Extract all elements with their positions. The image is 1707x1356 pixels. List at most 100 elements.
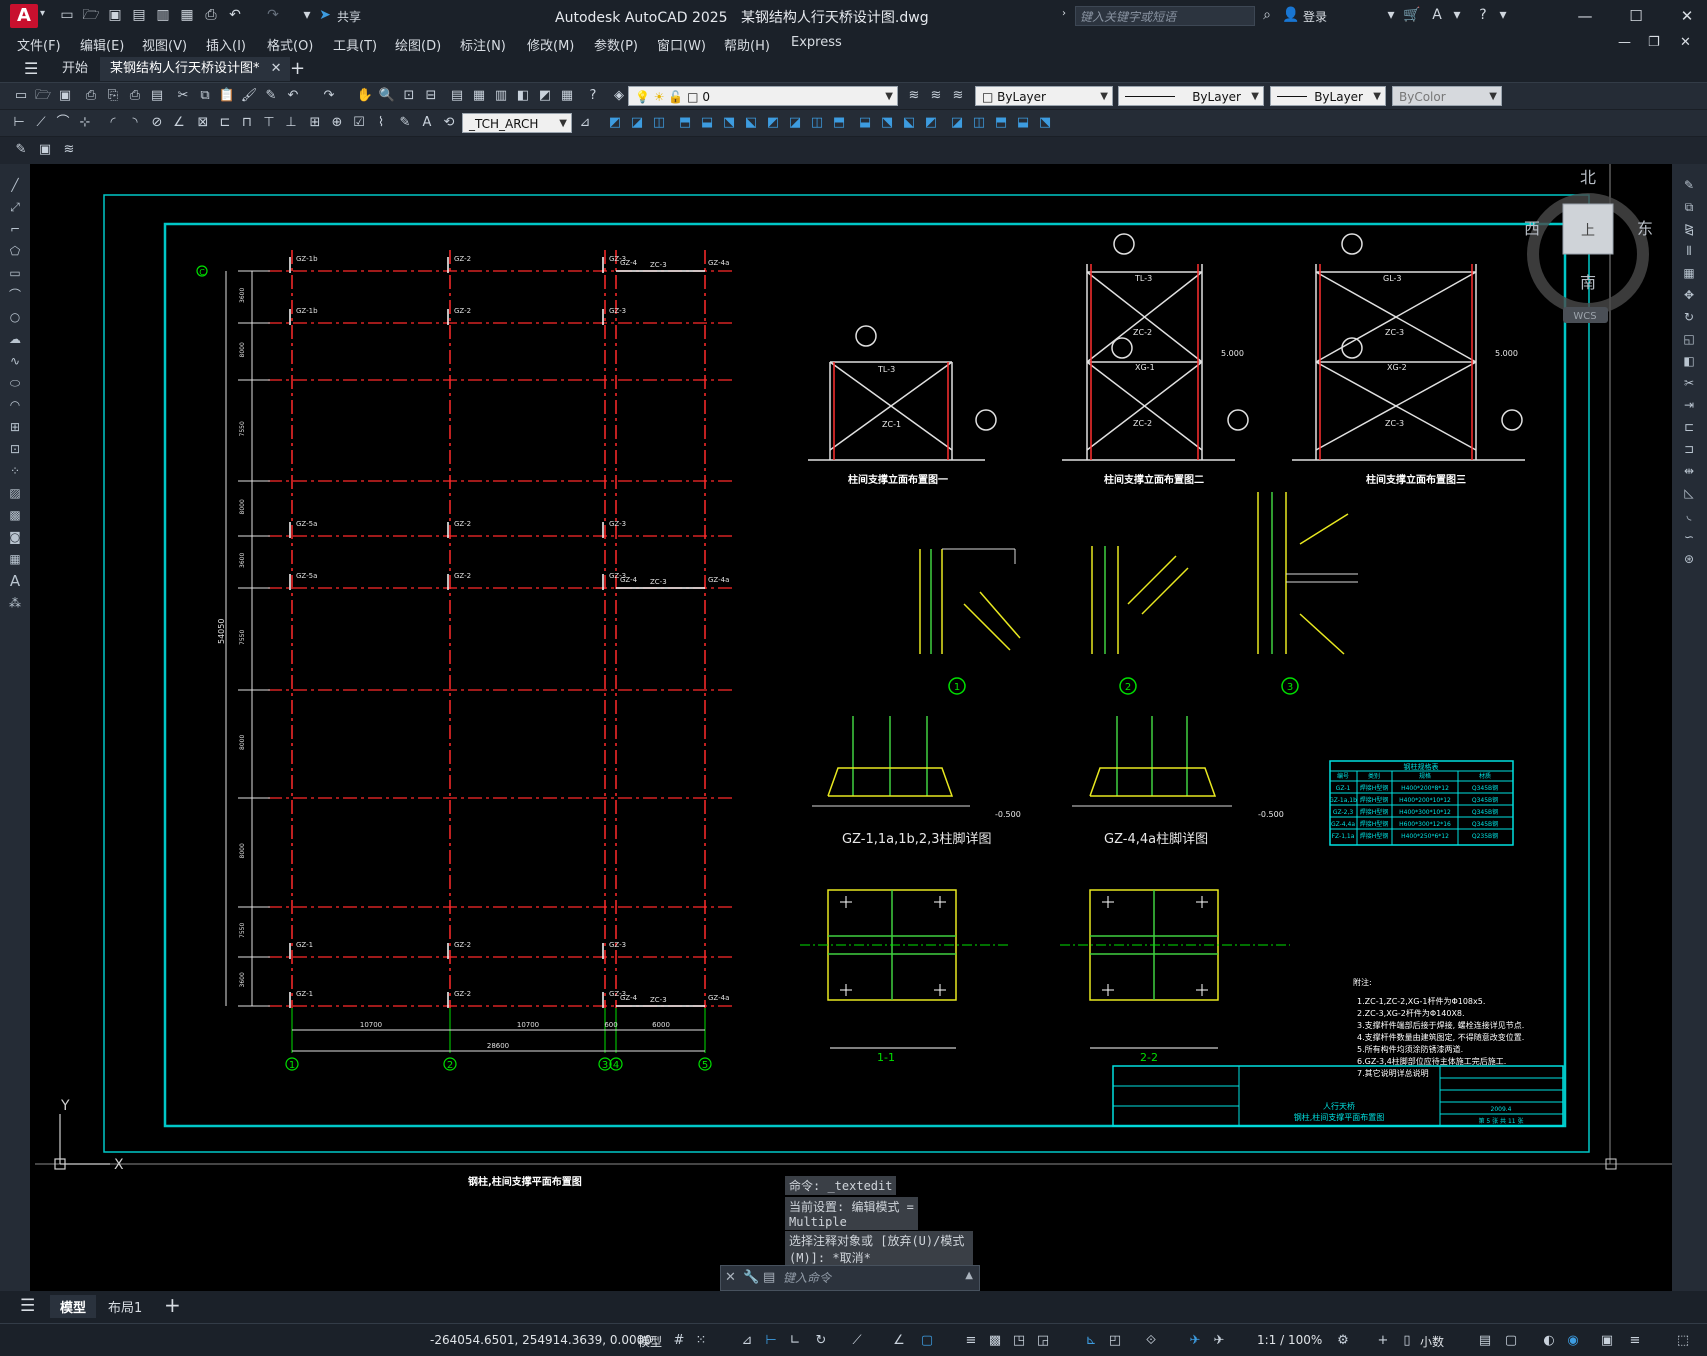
baseline-icon[interactable]: ⊏	[216, 114, 234, 132]
line-icon[interactable]: ╱	[6, 176, 24, 194]
print-icon[interactable]: ⎙	[82, 87, 100, 105]
circle-icon[interactable]: ○	[6, 308, 24, 326]
chevron-down-icon[interactable]: ▼	[1100, 87, 1108, 107]
workspace-gear-icon[interactable]: ⚙	[1334, 1332, 1352, 1350]
undo-tb-icon[interactable]: ↶	[284, 87, 302, 105]
open-icon[interactable]: 🗁	[34, 87, 52, 105]
color-dropdown[interactable]: □ ByLayer ▼	[975, 86, 1113, 106]
autodesk-app-icon[interactable]: A	[1428, 6, 1446, 24]
app-dropdown-icon[interactable]: ▾	[1448, 6, 1466, 24]
zoom-realtime-icon[interactable]: 🔍	[378, 87, 396, 105]
units-value[interactable]: 小数	[1420, 1333, 1444, 1350]
dimstyle-dropdown[interactable]: _TCH_ARCH ▼	[462, 113, 572, 133]
snap-icon[interactable]: ⁙	[692, 1332, 710, 1350]
layer-states-icon[interactable]: ≋	[949, 87, 967, 105]
lock-icon[interactable]: 🔓	[668, 90, 683, 104]
print-preview-icon[interactable]: ⎘	[104, 87, 122, 105]
chevron-down-icon[interactable]: ▼	[885, 87, 893, 107]
rotate-icon[interactable]: ↻	[1680, 308, 1698, 326]
break-point-icon[interactable]: ⊏	[1680, 418, 1698, 436]
menu-view[interactable]: 视图(V)	[142, 35, 187, 54]
loft-icon[interactable]: ◫	[808, 114, 826, 132]
menu-dimension[interactable]: 标注(N)	[460, 35, 506, 54]
help-icon[interactable]: ?	[1474, 6, 1492, 24]
gizmo-icon[interactable]: ⟐	[1142, 1332, 1160, 1350]
annotation-scale[interactable]: 1:1 / 100%	[1257, 1333, 1322, 1347]
extend-icon[interactable]: ⇥	[1680, 396, 1698, 414]
command-prompt-icon[interactable]: ▤	[763, 1270, 775, 1285]
union-icon[interactable]: ◫	[650, 114, 668, 132]
save-icon[interactable]: ▣	[106, 6, 124, 24]
presspull-icon[interactable]: ⬒	[830, 114, 848, 132]
table-icon[interactable]: ▦	[6, 550, 24, 568]
selection-cycling-icon[interactable]: ◳	[1010, 1332, 1028, 1350]
edit-tool-icon[interactable]: ✎	[12, 141, 30, 159]
insert-block-icon[interactable]: ⊞	[6, 418, 24, 436]
cut-icon[interactable]: ✂	[174, 87, 192, 105]
center-mark-icon[interactable]: ⊕	[328, 114, 346, 132]
dim-space-icon[interactable]: ⊤	[260, 114, 278, 132]
dim-update-icon[interactable]: ⟲	[440, 114, 458, 132]
customize-dropdown-icon[interactable]: ▾	[298, 6, 316, 24]
fillet-icon[interactable]: ◟	[1680, 506, 1698, 524]
fullscreen-icon[interactable]: ⬚	[1674, 1332, 1692, 1350]
lineweight-display-icon[interactable]: ≡	[962, 1332, 980, 1350]
chevron-down-icon[interactable]: ▼	[1251, 87, 1259, 107]
sheet-set-icon[interactable]: ◧	[514, 87, 532, 105]
make-current-icon[interactable]: ≋	[905, 87, 923, 105]
sweep-icon[interactable]: ◪	[786, 114, 804, 132]
join-icon[interactable]: ⇹	[1680, 462, 1698, 480]
separate-icon[interactable]: ◩	[922, 114, 940, 132]
dim-style-icon[interactable]: ⊿	[576, 114, 594, 132]
layer-properties-icon[interactable]: ◈	[610, 87, 628, 105]
plotstyle-dropdown[interactable]: ByColor ▼	[1392, 86, 1502, 106]
linetype-dropdown[interactable]: ByLayer ▼	[1118, 86, 1264, 106]
help-dropdown-icon[interactable]: ▾	[1494, 6, 1512, 24]
maximize-icon[interactable]: ☐	[1626, 6, 1646, 26]
aligned-dim-icon[interactable]: ⟋	[32, 114, 50, 132]
menu-draw[interactable]: 绘图(D)	[395, 35, 441, 54]
trim-icon[interactable]: ✂	[1680, 374, 1698, 392]
chevron-down-icon[interactable]: ▼	[1373, 87, 1381, 107]
menu-modify[interactable]: 修改(M)	[527, 35, 574, 54]
save-tool-icon[interactable]: ▣	[36, 141, 54, 159]
selection-filter-icon[interactable]: ◰	[1106, 1332, 1124, 1350]
shell-icon[interactable]: ⬓	[856, 114, 874, 132]
arc-icon[interactable]: ⌒	[6, 286, 24, 304]
menu-help[interactable]: 帮助(H)	[724, 35, 770, 54]
help-tb-icon[interactable]: ?	[584, 87, 602, 105]
scale-icon[interactable]: ◱	[1680, 330, 1698, 348]
hamburger-menu-icon[interactable]: ☰	[14, 57, 48, 81]
save-icon[interactable]: ▣	[56, 87, 74, 105]
polygon-icon[interactable]: ⬠	[6, 242, 24, 260]
customize-status-icon[interactable]: ≡	[1626, 1332, 1644, 1350]
quick-dim-icon[interactable]: ⊠	[194, 114, 212, 132]
region-icon[interactable]: ◙	[6, 528, 24, 546]
ortho-icon[interactable]: ∟	[786, 1332, 804, 1350]
construction-line-icon[interactable]: ⤢	[6, 198, 24, 216]
point-icon[interactable]: ⁘	[6, 462, 24, 480]
dim-break-icon[interactable]: ⊥	[282, 114, 300, 132]
chamfer-edge-icon[interactable]: ⬕	[900, 114, 918, 132]
dynamic-input-icon[interactable]: ⊢	[762, 1332, 780, 1350]
properties-icon[interactable]: ▤	[448, 87, 466, 105]
command-history-toggle-icon[interactable]: ▲	[965, 1270, 973, 1281]
menu-file[interactable]: 文件(F)	[17, 35, 61, 54]
customize-command-icon[interactable]: 🔧	[743, 1270, 759, 1285]
open-file-icon[interactable]: 🗁	[82, 6, 100, 24]
mtext-icon[interactable]: A	[6, 572, 24, 590]
polyline-icon[interactable]: ⌐	[6, 220, 24, 238]
zoom-window-icon[interactable]: ⊡	[400, 87, 418, 105]
model-space-toggle[interactable]: 模型	[638, 1333, 662, 1350]
tab-start[interactable]: 开始	[52, 57, 98, 81]
object-snap-icon[interactable]: ▢	[918, 1332, 936, 1350]
jogged-icon[interactable]: ◝	[126, 114, 144, 132]
fillet-edge-icon[interactable]: ⬔	[878, 114, 896, 132]
box-icon[interactable]: ◩	[606, 114, 624, 132]
match-properties-icon[interactable]: 🖌	[240, 87, 258, 105]
polar-icon[interactable]: ↻	[812, 1332, 830, 1350]
intersect-icon[interactable]: ◩	[764, 114, 782, 132]
user-icon[interactable]: 👤	[1282, 6, 1300, 24]
add-layout-icon[interactable]: +	[164, 1293, 181, 1317]
dynamic-ucs-icon[interactable]: ⊾	[1082, 1332, 1100, 1350]
